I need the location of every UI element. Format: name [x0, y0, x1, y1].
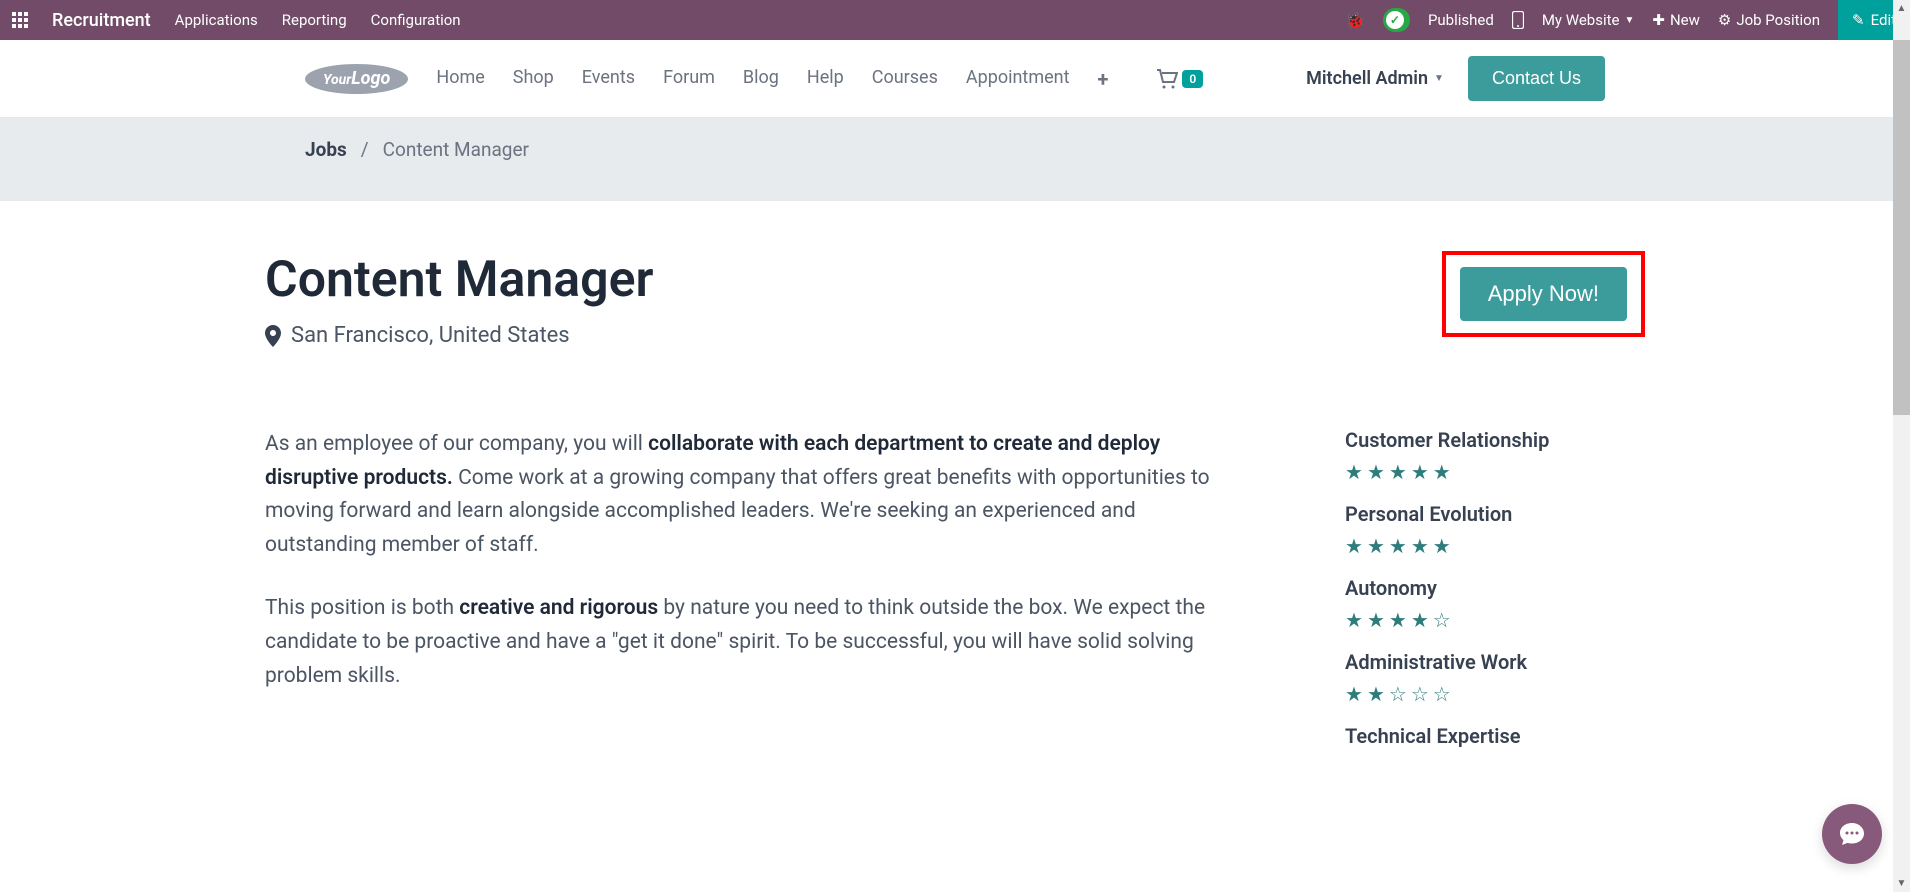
plus-icon: ✚: [1652, 11, 1665, 29]
cart-count: 0: [1182, 70, 1203, 88]
job-body: As an employee of our company, you will …: [265, 428, 1645, 766]
rating-item: Personal Evolution★★★★★: [1345, 502, 1645, 558]
rating-stars: ★★★★★: [1345, 534, 1645, 558]
job-paragraph-1: As an employee of our company, you will …: [265, 428, 1245, 562]
admin-right: 🐞 ✓ Published My Website ▼ ✚ New ⚙ Job P…: [1345, 0, 1898, 40]
contact-button[interactable]: Contact Us: [1468, 56, 1605, 101]
star-empty-icon: ☆: [1411, 682, 1429, 706]
star-filled-icon: ★: [1367, 682, 1385, 706]
star-filled-icon: ★: [1345, 460, 1363, 484]
user-dropdown[interactable]: Mitchell Admin ▼: [1306, 68, 1444, 89]
star-filled-icon: ★: [1411, 608, 1429, 632]
location-icon: [265, 325, 281, 347]
publish-toggle[interactable]: ✓: [1383, 8, 1410, 32]
breadcrumb-bar: Jobs / Content Manager: [0, 118, 1910, 201]
admin-link-configuration[interactable]: Configuration: [371, 11, 461, 29]
star-filled-icon: ★: [1433, 534, 1451, 558]
nav-appointment[interactable]: Appointment: [966, 67, 1070, 91]
site-logo[interactable]: YourLogo: [305, 64, 408, 94]
star-filled-icon: ★: [1411, 534, 1429, 558]
star-filled-icon: ★: [1345, 608, 1363, 632]
breadcrumb: Jobs / Content Manager: [305, 138, 1605, 161]
rating-stars: ★★☆☆☆: [1345, 682, 1645, 706]
rating-label: Personal Evolution: [1345, 502, 1645, 526]
rating-item: Administrative Work★★☆☆☆: [1345, 650, 1645, 706]
job-section: Content Manager San Francisco, United St…: [265, 201, 1645, 796]
my-website-dropdown[interactable]: My Website ▼: [1542, 11, 1635, 29]
pencil-icon: ✎: [1852, 11, 1865, 29]
job-header: Content Manager San Francisco, United St…: [265, 251, 1645, 348]
job-paragraph-2: This position is both creative and rigor…: [265, 592, 1245, 693]
rating-label: Administrative Work: [1345, 650, 1645, 674]
chat-bubble[interactable]: [1822, 804, 1882, 864]
rating-item: Customer Relationship★★★★★: [1345, 428, 1645, 484]
nav-shop[interactable]: Shop: [513, 67, 554, 91]
rating-item: Technical Expertise: [1345, 724, 1645, 748]
star-empty-icon: ☆: [1433, 608, 1451, 632]
job-location: San Francisco, United States: [265, 323, 654, 348]
scrollbar[interactable]: ▲ ▼: [1893, 0, 1910, 892]
site-header: YourLogo Home Shop Events Forum Blog Hel…: [0, 40, 1910, 118]
scrollbar-thumb[interactable]: [1893, 40, 1910, 415]
ratings-panel: Customer Relationship★★★★★Personal Evolu…: [1345, 428, 1645, 766]
job-description: As an employee of our company, you will …: [265, 428, 1245, 766]
nav-add-icon[interactable]: +: [1097, 67, 1108, 91]
check-icon: ✓: [1386, 11, 1404, 29]
rating-label: Customer Relationship: [1345, 428, 1645, 452]
rating-item: Autonomy★★★★☆: [1345, 576, 1645, 632]
nav-blog[interactable]: Blog: [743, 67, 779, 91]
rating-stars: ★★★★☆: [1345, 608, 1645, 632]
caret-down-icon: ▼: [1624, 15, 1634, 26]
star-filled-icon: ★: [1389, 608, 1407, 632]
star-filled-icon: ★: [1345, 682, 1363, 706]
scrollbar-up-icon[interactable]: ▲: [1893, 0, 1910, 17]
star-filled-icon: ★: [1389, 460, 1407, 484]
admin-link-reporting[interactable]: Reporting: [282, 11, 347, 29]
new-button[interactable]: ✚ New: [1652, 11, 1700, 29]
apply-button[interactable]: Apply Now!: [1460, 267, 1627, 321]
rating-stars: ★★★★★: [1345, 460, 1645, 484]
breadcrumb-current: Content Manager: [383, 138, 529, 161]
star-filled-icon: ★: [1411, 460, 1429, 484]
job-title: Content Manager: [265, 251, 654, 309]
rating-label: Technical Expertise: [1345, 724, 1645, 748]
nav-help[interactable]: Help: [807, 67, 844, 91]
gear-icon: ⚙: [1718, 11, 1731, 29]
admin-link-applications[interactable]: Applications: [175, 11, 258, 29]
rating-label: Autonomy: [1345, 576, 1645, 600]
published-label: Published: [1428, 11, 1494, 29]
nav-forum[interactable]: Forum: [663, 67, 715, 91]
apply-highlight: Apply Now!: [1442, 251, 1645, 337]
admin-bar: Recruitment Applications Reporting Confi…: [0, 0, 1910, 40]
star-empty-icon: ☆: [1389, 682, 1407, 706]
star-filled-icon: ★: [1367, 534, 1385, 558]
job-position-button[interactable]: ⚙ Job Position: [1718, 11, 1820, 29]
breadcrumb-jobs[interactable]: Jobs: [305, 138, 347, 161]
nav-home[interactable]: Home: [436, 67, 484, 91]
admin-title[interactable]: Recruitment: [52, 10, 151, 31]
bug-icon[interactable]: 🐞: [1345, 11, 1365, 30]
scrollbar-down-icon[interactable]: ▼: [1893, 875, 1910, 892]
caret-down-icon: ▼: [1434, 73, 1444, 84]
star-filled-icon: ★: [1389, 534, 1407, 558]
apps-icon[interactable]: [12, 12, 28, 28]
nav-events[interactable]: Events: [582, 67, 635, 91]
star-filled-icon: ★: [1367, 608, 1385, 632]
admin-left: Recruitment Applications Reporting Confi…: [12, 10, 461, 31]
star-filled-icon: ★: [1433, 460, 1451, 484]
star-empty-icon: ☆: [1433, 682, 1451, 706]
breadcrumb-sep: /: [361, 138, 369, 161]
nav-courses[interactable]: Courses: [872, 67, 938, 91]
nav-links: Home Shop Events Forum Blog Help Courses…: [436, 67, 1108, 91]
cart-button[interactable]: 0: [1156, 69, 1203, 89]
star-filled-icon: ★: [1367, 460, 1385, 484]
mobile-icon[interactable]: [1512, 11, 1524, 29]
star-filled-icon: ★: [1345, 534, 1363, 558]
